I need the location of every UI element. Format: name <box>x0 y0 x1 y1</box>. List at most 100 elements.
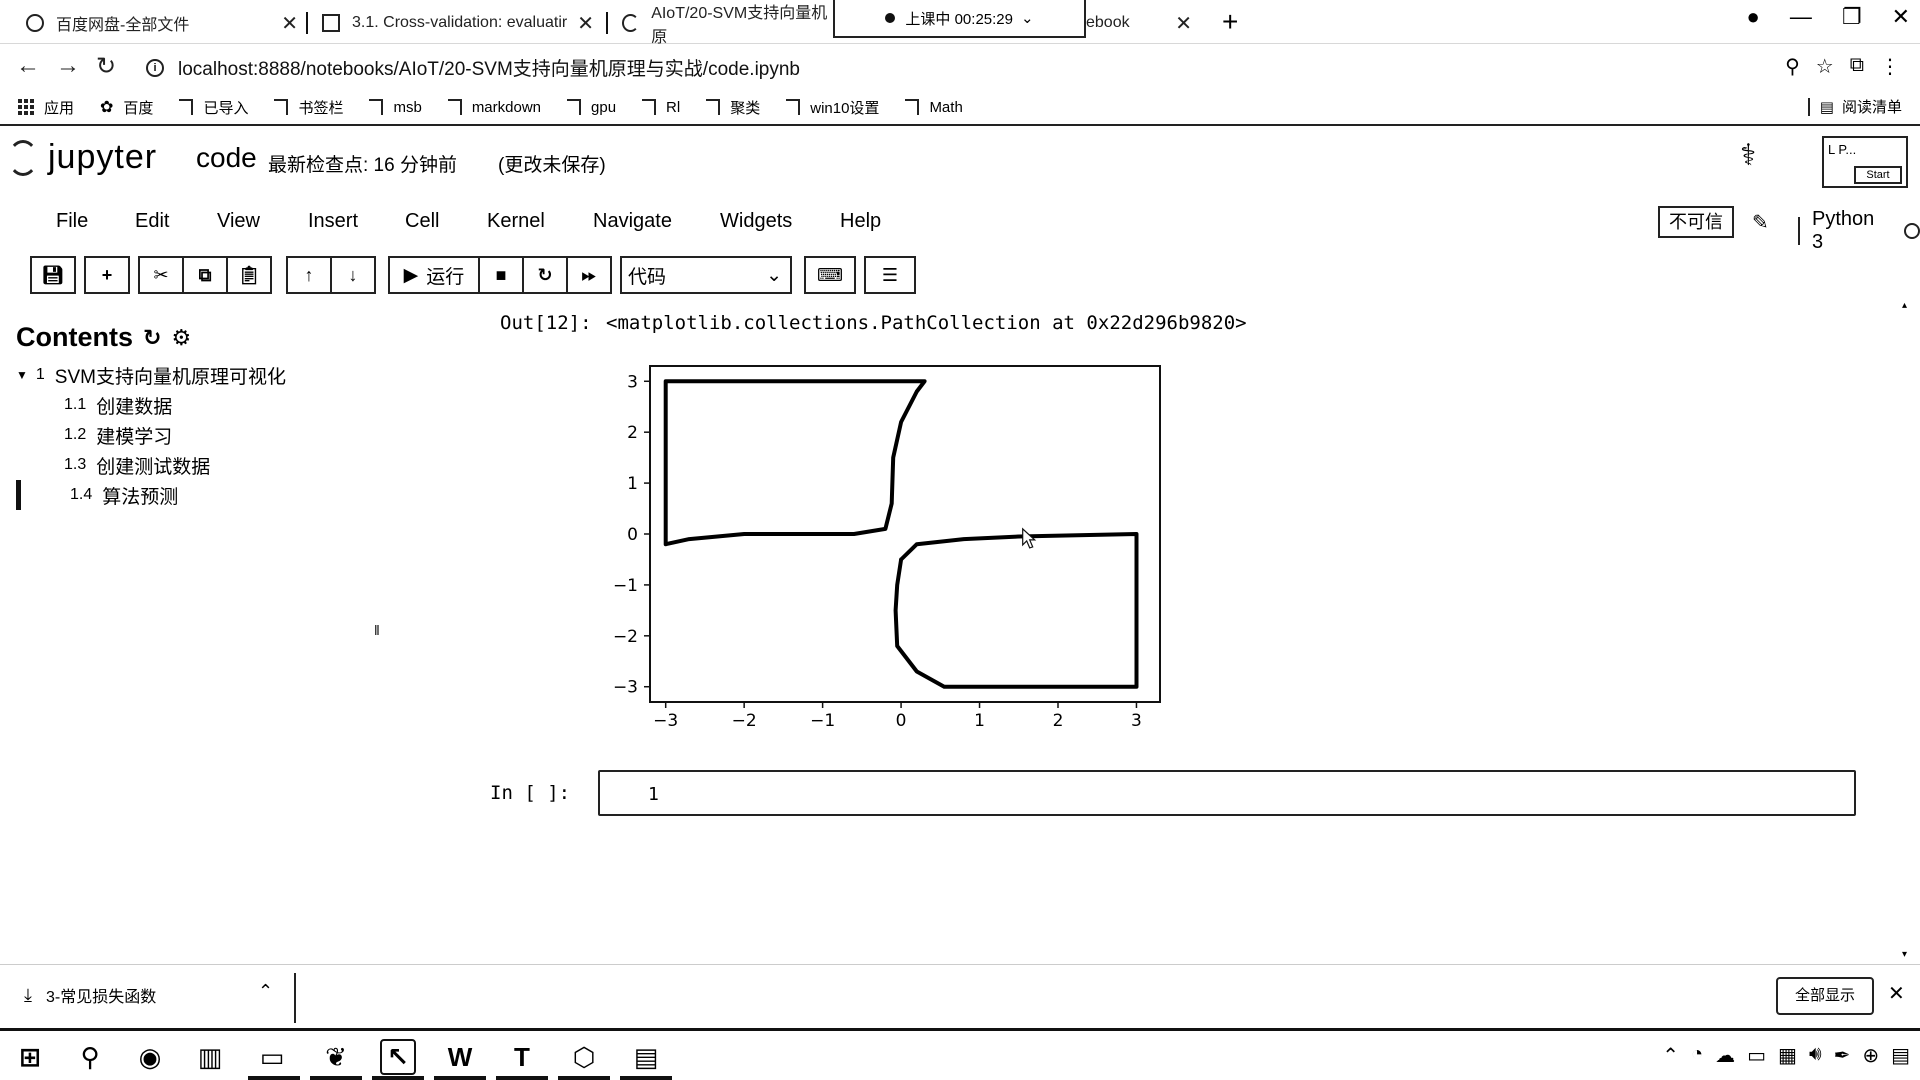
move-down-button[interactable]: ↓ <box>330 256 376 294</box>
chevron-up-icon[interactable]: ⌃ <box>258 981 273 1002</box>
reading-list[interactable]: ▤ 阅读清单 <box>1807 96 1902 117</box>
restore-icon[interactable]: ❐ <box>1842 4 1862 30</box>
profile-icon[interactable]: ● <box>1747 4 1760 30</box>
save-button[interactable]: 💾︎ <box>30 256 76 294</box>
reload-icon[interactable]: ↻ <box>96 52 116 81</box>
bookmark-folder[interactable]: markdown <box>447 99 541 116</box>
copy-button[interactable]: ⧉ <box>182 256 228 294</box>
volume-icon[interactable]: 🔊︎ <box>1809 1043 1822 1068</box>
command-palette-button[interactable]: ⌨ <box>804 256 856 294</box>
wps-icon[interactable]: W <box>442 1039 478 1075</box>
url-field[interactable]: i localhost:8888/notebooks/AIoT/20-SVM支持… <box>146 54 800 81</box>
cortana-icon[interactable]: ◉ <box>132 1039 168 1075</box>
new-tab-icon[interactable]: + <box>1222 6 1238 38</box>
refresh-icon[interactable]: ↻ <box>143 325 161 351</box>
file-explorer-icon[interactable]: ▭ <box>254 1039 290 1075</box>
gear-icon[interactable]: ⚙ <box>171 325 191 351</box>
recording-indicator[interactable]: 上课中 00:25:29 ⌄ <box>833 0 1086 38</box>
cloud-icon[interactable]: ☁ <box>1715 1043 1735 1068</box>
cube-app-icon[interactable]: ⬡ <box>566 1039 602 1075</box>
restart-run-all-button[interactable]: ⏩︎ <box>566 256 612 294</box>
notebook-name[interactable]: code <box>196 142 257 174</box>
toc-item[interactable]: 1.1 创建数据 <box>16 393 396 418</box>
battery-icon[interactable]: ▭ <box>1747 1043 1766 1068</box>
caret-down-icon[interactable]: ▼ <box>16 368 28 382</box>
trust-button[interactable]: 不可信 <box>1658 206 1734 238</box>
menu-edit[interactable]: Edit <box>135 210 169 233</box>
bookmark-apps[interactable]: 应用 <box>18 97 74 118</box>
close-tab-icon[interactable]: ✕ <box>577 11 594 36</box>
minimize-icon[interactable]: — <box>1790 4 1812 30</box>
window-app-icon[interactable]: ▤ <box>628 1039 664 1075</box>
menu-file[interactable]: File <box>56 210 88 233</box>
close-tab-icon[interactable]: ✕ <box>281 11 298 36</box>
live-share-widget[interactable]: L P... Start <box>1822 136 1908 188</box>
forward-arrow-icon[interactable]: → <box>56 52 80 80</box>
tab-jupyter-active[interactable]: AIoT/20-SVM支持向量机原 <box>622 5 832 46</box>
toc-item[interactable]: 1.2 建模学习 <box>16 423 396 448</box>
menu-widgets[interactable]: Widgets <box>720 210 792 233</box>
bookmark-folder[interactable]: Math <box>905 99 963 116</box>
download-item[interactable]: ⤓ 3-常见损失函数 <box>24 983 156 1007</box>
tray-app-icon[interactable]: ◔ <box>1691 1043 1703 1068</box>
bookmark-folder[interactable]: 已导入 <box>179 97 248 118</box>
notification-icon[interactable]: ▤ <box>1891 1043 1910 1068</box>
restart-button[interactable]: ↻ <box>522 256 568 294</box>
code-cell-editor[interactable]: 1 <box>598 770 1856 816</box>
run-button[interactable]: ▶ 运行 <box>388 256 480 294</box>
cell-type-select[interactable]: 代码 ⌄ <box>620 256 792 294</box>
toc-item[interactable]: ▼ 1 SVM支持向量机原理可视化 <box>16 363 396 388</box>
tab-baidu-pan[interactable]: 百度网盘-全部文件 ✕ <box>26 6 298 40</box>
scrollbar[interactable]: ▴ ▾ <box>1902 300 1912 960</box>
search-icon[interactable]: ⚲ <box>72 1039 108 1075</box>
site-info-icon[interactable]: i <box>146 58 164 77</box>
close-tab-icon[interactable]: ✕ <box>1175 11 1192 36</box>
tray-expand-icon[interactable]: ⌃ <box>1662 1043 1679 1068</box>
network-icon[interactable]: ▦ <box>1778 1043 1797 1068</box>
bookmark-folder[interactable]: Rl <box>642 99 680 116</box>
menu-navigate[interactable]: Navigate <box>593 210 672 233</box>
tab-ebook[interactable]: ebook ✕ <box>1086 6 1192 40</box>
bookmark-star-icon[interactable]: ☆ <box>1816 54 1834 79</box>
bookmark-folder[interactable]: 书签栏 <box>274 97 343 118</box>
zoom-icon[interactable]: ⚲ <box>1785 54 1800 79</box>
bookmark-baidu[interactable]: ✿ 百度 <box>100 97 153 118</box>
insert-cell-button[interactable]: + <box>84 256 130 294</box>
move-up-button[interactable]: ↑ <box>286 256 332 294</box>
task-view-icon[interactable]: ▥ <box>192 1039 228 1075</box>
menu-view[interactable]: View <box>217 210 260 233</box>
menu-kernel[interactable]: Kernel <box>487 210 545 233</box>
toc-toggle-button[interactable]: ☰ <box>864 256 916 294</box>
more-menu-icon[interactable]: ⋮ <box>1880 54 1900 79</box>
bookmark-folder[interactable]: msb <box>369 99 422 116</box>
menu-cell[interactable]: Cell <box>405 210 439 233</box>
close-window-icon[interactable]: ✕ <box>1892 4 1910 30</box>
sidebar-resize-handle[interactable]: ‖ <box>374 622 380 638</box>
toc-item[interactable]: 1.3 创建测试数据 <box>16 453 396 478</box>
tab-sklearn-cv[interactable]: 3.1. Cross-validation: evaluatir ✕ <box>322 6 594 40</box>
bookmark-folder[interactable]: 聚类 <box>706 97 760 118</box>
pen-icon[interactable]: ✒ <box>1834 1043 1851 1068</box>
menu-help[interactable]: Help <box>840 210 881 233</box>
ime-icon[interactable]: ⊕ <box>1862 1043 1879 1068</box>
show-all-downloads-button[interactable]: 全部显示 <box>1776 977 1874 1015</box>
extensions-icon[interactable]: ⧉ <box>1850 54 1864 79</box>
windows-start-icon[interactable]: ⊞ <box>12 1039 48 1075</box>
edit-pencil-icon[interactable]: ✎ <box>1752 210 1769 235</box>
bookmark-folder[interactable]: gpu <box>567 99 616 116</box>
start-button[interactable]: Start <box>1854 166 1902 184</box>
typora-icon[interactable]: T <box>504 1039 540 1075</box>
scroll-down-icon[interactable]: ▾ <box>1902 949 1907 960</box>
jupyter-logo[interactable]: jupyter <box>8 138 157 177</box>
interrupt-button[interactable]: ■ <box>478 256 524 294</box>
menu-insert[interactable]: Insert <box>308 210 358 233</box>
back-arrow-icon[interactable]: ← <box>16 52 40 80</box>
toc-item-active[interactable]: 1.4 算法预测 <box>16 480 396 510</box>
bookmark-folder[interactable]: win10设置 <box>786 97 879 118</box>
cut-button[interactable]: ✂ <box>138 256 184 294</box>
scroll-up-icon[interactable]: ▴ <box>1902 300 1907 311</box>
chrome-icon[interactable]: ↖ <box>380 1039 416 1075</box>
app-icon[interactable]: ❦ <box>318 1039 354 1075</box>
close-icon[interactable]: ✕ <box>1888 981 1905 1006</box>
paste-button[interactable]: 📋︎ <box>226 256 272 294</box>
